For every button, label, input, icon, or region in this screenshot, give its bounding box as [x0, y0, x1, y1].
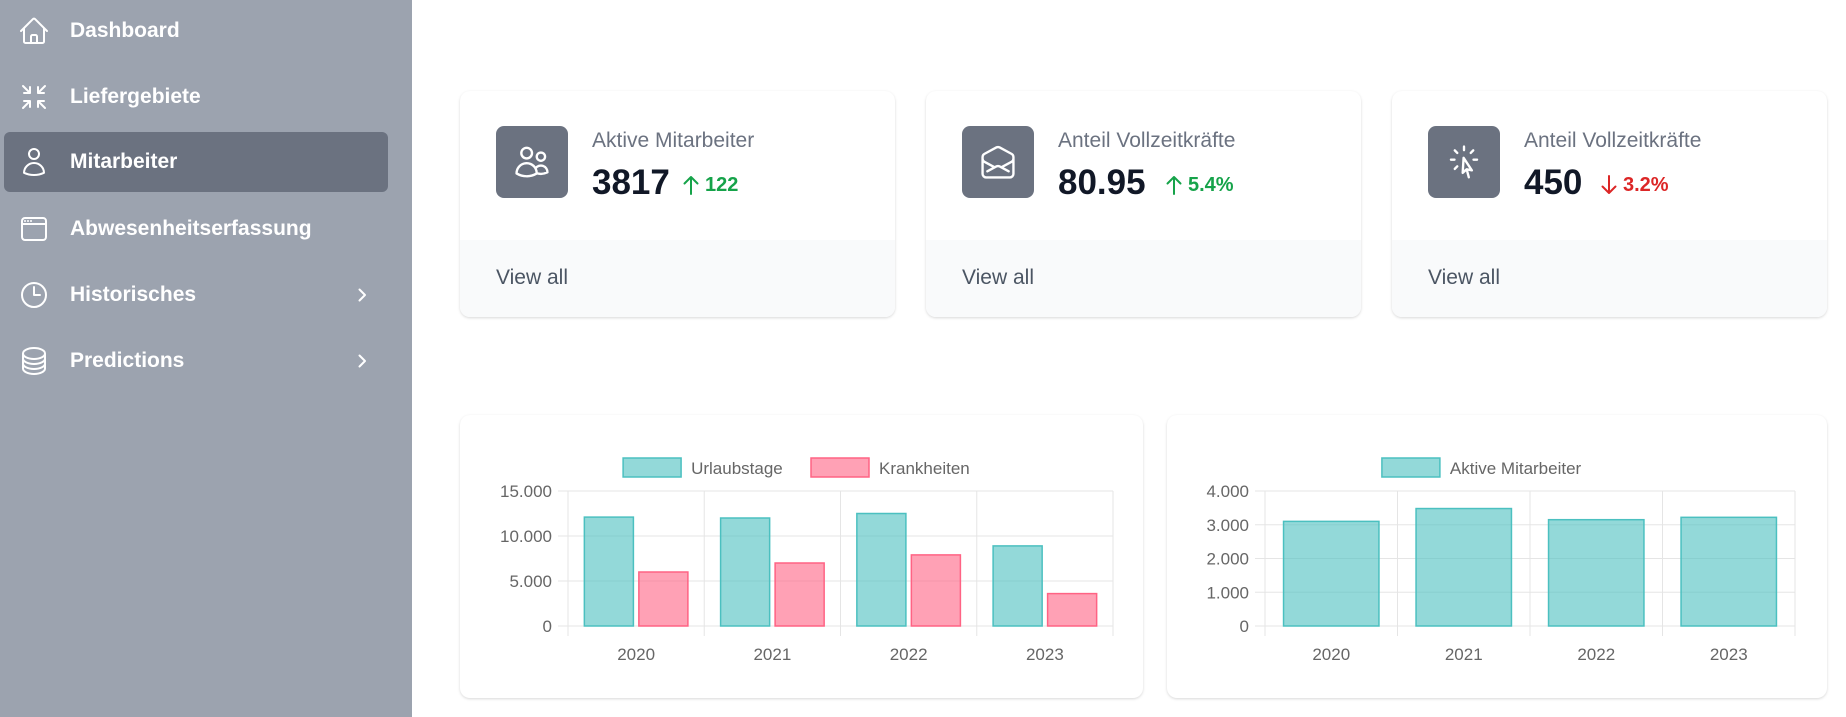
view-all-link[interactable]: View all	[1428, 266, 1500, 290]
stat-value: 450	[1524, 163, 1583, 202]
y-tick-label: 2.000	[1206, 550, 1249, 569]
sidebar-item-label: Historisches	[70, 283, 197, 306]
legend-label: Urlaubstage	[691, 459, 783, 478]
legend-label: Aktive Mitarbeiter	[1450, 459, 1582, 478]
y-tick-label: 5.000	[509, 572, 552, 591]
bar	[719, 517, 771, 627]
y-tick-label: 3.000	[1206, 516, 1249, 535]
bar	[1415, 507, 1513, 627]
cursor-click-icon	[1428, 126, 1500, 198]
sidebar-item-dashboard[interactable]: Dashboard	[4, 1, 388, 61]
arrows-pointing-in-icon	[18, 81, 50, 113]
view-all-link[interactable]: View all	[962, 266, 1034, 290]
bar	[856, 512, 907, 627]
legend-swatch	[622, 457, 682, 478]
bar-chart-abwesenheiten: 0 5.000 10.000 15.000 2020 2021 2022 2023 Urlaub…	[500, 457, 1114, 664]
y-tick-label: 15.000	[500, 482, 552, 501]
stat-value: 80.95	[1058, 163, 1146, 202]
sidebar-item-label: Liefergebiete	[70, 85, 201, 108]
x-tick-label: 2022	[1577, 645, 1615, 664]
stat-footer: View all	[926, 240, 1361, 317]
bar	[583, 516, 635, 627]
sidebar-item-label: Abwesenheitserfassung	[70, 217, 312, 240]
envelope-open-icon	[962, 126, 1034, 198]
window-icon	[18, 213, 50, 245]
x-tick-label: 2020	[1312, 645, 1350, 664]
stat-change: 3.2%	[1598, 173, 1669, 197]
bar	[1680, 516, 1778, 627]
stat-title: Anteil Vollzeitkräfte	[1058, 129, 1236, 152]
y-tick-label: 10.000	[500, 527, 552, 546]
stat-card-anteil-vollzeitkraefte: Anteil Vollzeitkräfte 80.95 5.4% View al…	[926, 91, 1361, 317]
chart-card-abwesenheiten: 0 5.000 10.000 15.000 2020 2021 2022 2023 Urlaub…	[460, 415, 1143, 698]
bar	[910, 554, 962, 627]
arrow-down-icon	[1601, 175, 1617, 194]
bar	[1046, 592, 1098, 627]
x-tick-label: 2020	[617, 645, 655, 664]
sidebar-item-abwesenheitserfassung[interactable]: Abwesenheitserfassung	[4, 199, 388, 259]
stat-footer: View all	[460, 240, 895, 317]
x-tick-label: 2021	[1445, 645, 1483, 664]
stat-card-anteil-vollzeitkraefte-2: Anteil Vollzeitkräfte 450 3.2% View all	[1392, 91, 1827, 317]
legend-swatch	[810, 457, 870, 478]
stat-footer: View all	[1392, 240, 1827, 317]
bar	[1282, 520, 1380, 627]
user-icon	[18, 146, 50, 178]
stat-change: 5.4%	[1163, 173, 1234, 197]
chevron-right-icon[interactable]	[352, 351, 372, 371]
sidebar-item-label: Predictions	[70, 349, 185, 372]
x-tick-label: 2022	[890, 645, 928, 664]
legend-label: Krankheiten	[879, 459, 970, 478]
home-icon	[18, 15, 50, 47]
y-tick-label: 0	[1240, 617, 1249, 636]
sidebar-item-label: Mitarbeiter	[70, 150, 178, 173]
bar-chart-aktive-mitarbeiter: 0 1.000 2.000 3.000 4.000 2020 2021 2022 2023 Akt…	[1206, 457, 1796, 664]
stat-change-value: 3.2%	[1623, 173, 1669, 196]
y-tick-label: 1.000	[1206, 583, 1249, 602]
bar	[1547, 518, 1645, 627]
chevron-right-icon[interactable]	[352, 285, 372, 305]
stat-title: Anteil Vollzeitkräfte	[1524, 129, 1702, 152]
bar	[774, 562, 825, 627]
database-icon	[18, 345, 50, 377]
bar	[638, 571, 689, 627]
stat-change-value: 5.4%	[1188, 173, 1234, 196]
sidebar-item-predictions[interactable]: Predictions	[4, 331, 388, 391]
bar	[992, 545, 1043, 627]
sidebar: Dashboard Liefergebiete Mitarbeiter Abwe…	[0, 0, 412, 717]
sidebar-item-historisches[interactable]: Historisches	[4, 265, 388, 325]
users-icon	[496, 126, 568, 198]
x-tick-label: 2023	[1710, 645, 1748, 664]
stat-card-aktive-mitarbeiter: Aktive Mitarbeiter 3817 122 View all	[460, 91, 895, 317]
stat-value: 3817	[592, 163, 670, 202]
sidebar-item-mitarbeiter[interactable]: Mitarbeiter	[4, 132, 388, 192]
sidebar-item-liefergebiete[interactable]: Liefergebiete	[4, 67, 388, 127]
y-tick-label: 4.000	[1206, 482, 1249, 501]
sidebar-item-label: Dashboard	[70, 19, 180, 42]
stat-title: Aktive Mitarbeiter	[592, 129, 755, 152]
y-tick-label: 0	[543, 617, 552, 636]
arrow-up-icon	[1166, 176, 1182, 195]
stat-change: 122	[680, 173, 738, 197]
clock-icon	[18, 279, 50, 311]
x-tick-label: 2021	[753, 645, 791, 664]
stat-change-value: 122	[705, 173, 739, 196]
chart-card-aktive-mitarbeiter: 0 1.000 2.000 3.000 4.000 2020 2021 2022 2023 Akt…	[1167, 415, 1827, 698]
view-all-link[interactable]: View all	[496, 266, 568, 290]
arrow-up-icon	[683, 176, 699, 195]
legend-swatch	[1381, 457, 1441, 478]
x-tick-label: 2023	[1026, 645, 1064, 664]
